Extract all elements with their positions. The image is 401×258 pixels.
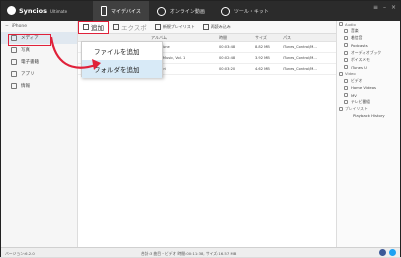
audio-item-label: 着信音 [351,35,363,41]
audio-item[interactable]: 音楽 [337,28,400,35]
audio-group-label: Audio [345,21,356,27]
music-video-icon [344,93,348,98]
playlist-group-label: プレイリスト [345,106,368,112]
video-item[interactable]: ビデオ [337,77,400,84]
arrow-head-icon [92,59,101,70]
arrow-curve [49,36,97,69]
app-window: Syncios Ultimate マイデバイス オンライン動画 ツール・キット … [0,0,401,257]
video-item[interactable]: Home Videos [337,84,400,91]
audio-item-label: 音楽 [351,28,359,34]
audiobook-icon [344,50,348,55]
music-icon [344,29,348,34]
audio-item-label: iTunes U [351,64,367,70]
audio-item[interactable]: Podcasts [337,42,400,49]
version-text: バージョン:6.2.0 [5,251,35,256]
video-item[interactable]: テレビ番組 [337,99,400,106]
playlist-icon [339,107,343,112]
tv-icon [344,100,348,105]
audio-item-label: オーディオブック [351,49,382,55]
video-item-label: ビデオ [351,77,363,83]
audio-item-label: ボイスメモ [351,56,370,62]
audio-item[interactable]: ボイスメモ [337,56,400,63]
playlist-item[interactable]: Playback History [337,112,400,119]
social-links [379,249,396,256]
video-item-label: MV [351,92,357,98]
video-item-label: Home Videos [351,85,377,91]
podcast-icon [344,43,348,48]
summary-text: 合計:3 曲目・ビデオ 時間:00:11:38, サイズ:16.57 MB [141,251,237,256]
twitter-icon[interactable] [389,249,396,256]
video-group-label: Video [345,71,356,77]
movie-icon [344,78,348,83]
video-icon [339,71,343,76]
right-panel: Audio 音楽 着信音 Podcasts オーディオブック ボイスメモ iTu… [336,21,400,247]
video-item[interactable]: MV [337,92,400,99]
audio-item-label: Podcasts [351,42,368,48]
audio-item[interactable]: 着信音 [337,35,400,42]
playlist-item-label: Playback History [353,113,385,119]
home-video-icon [344,85,348,90]
audio-icon [339,22,343,27]
status-bar: バージョン:6.2.0 合計:3 曲目・ビデオ 時間:00:11:38, サイズ… [1,247,400,257]
video-item-label: テレビ番組 [351,99,370,105]
itunes-u-icon [344,65,348,70]
ringtone-icon [344,36,348,41]
facebook-icon[interactable] [379,249,386,256]
audio-item[interactable]: iTunes U [337,63,400,70]
audio-item[interactable]: オーディオブック [337,49,400,56]
voice-memo-icon [344,57,348,62]
